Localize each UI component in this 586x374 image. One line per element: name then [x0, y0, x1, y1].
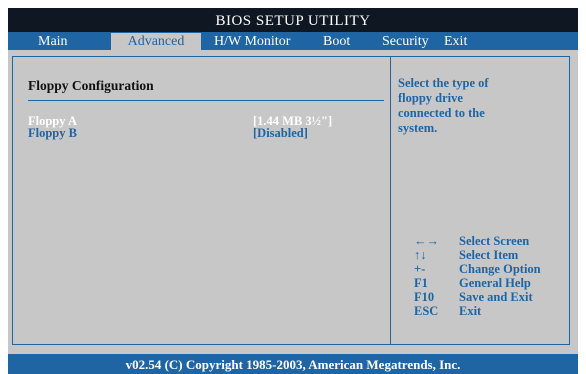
title-bar: BIOS SETUP UTILITY [8, 8, 578, 32]
tab-hw-monitor[interactable]: H/W Monitor [214, 33, 290, 50]
app-title: BIOS SETUP UTILITY [215, 13, 371, 29]
key-desc: Select Screen [459, 234, 530, 248]
panel-divider [390, 56, 391, 345]
help-line: floppy drive [398, 91, 463, 105]
key-esc: ESC [414, 304, 439, 318]
tab-boot[interactable]: Boot [323, 33, 350, 50]
help-line: system. [398, 121, 438, 135]
tab-exit[interactable]: Exit [444, 33, 467, 50]
help-line: connected to the [398, 106, 485, 120]
main-panel: Floppy Configuration Floppy A [1.44 MB 3… [8, 50, 578, 354]
key-desc: Select Item [459, 248, 519, 262]
key-desc: Save and Exit [459, 290, 533, 304]
key-plus-minus: +- [414, 262, 426, 276]
key-f10: F10 [414, 290, 435, 304]
section-separator [28, 100, 384, 101]
tab-advanced[interactable]: Advanced [111, 33, 201, 50]
footer-bar: v02.54 (C) Copyright 1985-2003, American… [8, 354, 578, 374]
key-desc: Change Option [459, 262, 541, 276]
help-text: Select the type of floppy drive connecte… [398, 76, 558, 136]
option-floppy-b-label[interactable]: Floppy B [28, 126, 77, 141]
key-arrows-ud: ↑↓ [414, 248, 427, 262]
copyright-text: v02.54 (C) Copyright 1985-2003, American… [125, 357, 461, 372]
help-line: Select the type of [398, 76, 489, 90]
key-desc: Exit [459, 304, 482, 318]
tab-bar: Main Advanced H/W Monitor Boot Security … [8, 32, 578, 50]
tab-security[interactable]: Security [382, 33, 429, 50]
section-title: Floppy Configuration [28, 78, 154, 93]
key-f1: F1 [414, 276, 428, 290]
key-arrows-lr: ←→ [414, 234, 439, 248]
option-floppy-b-value[interactable]: [Disabled] [253, 126, 308, 141]
key-desc: General Help [459, 276, 531, 290]
tab-main[interactable]: Main [38, 33, 68, 50]
